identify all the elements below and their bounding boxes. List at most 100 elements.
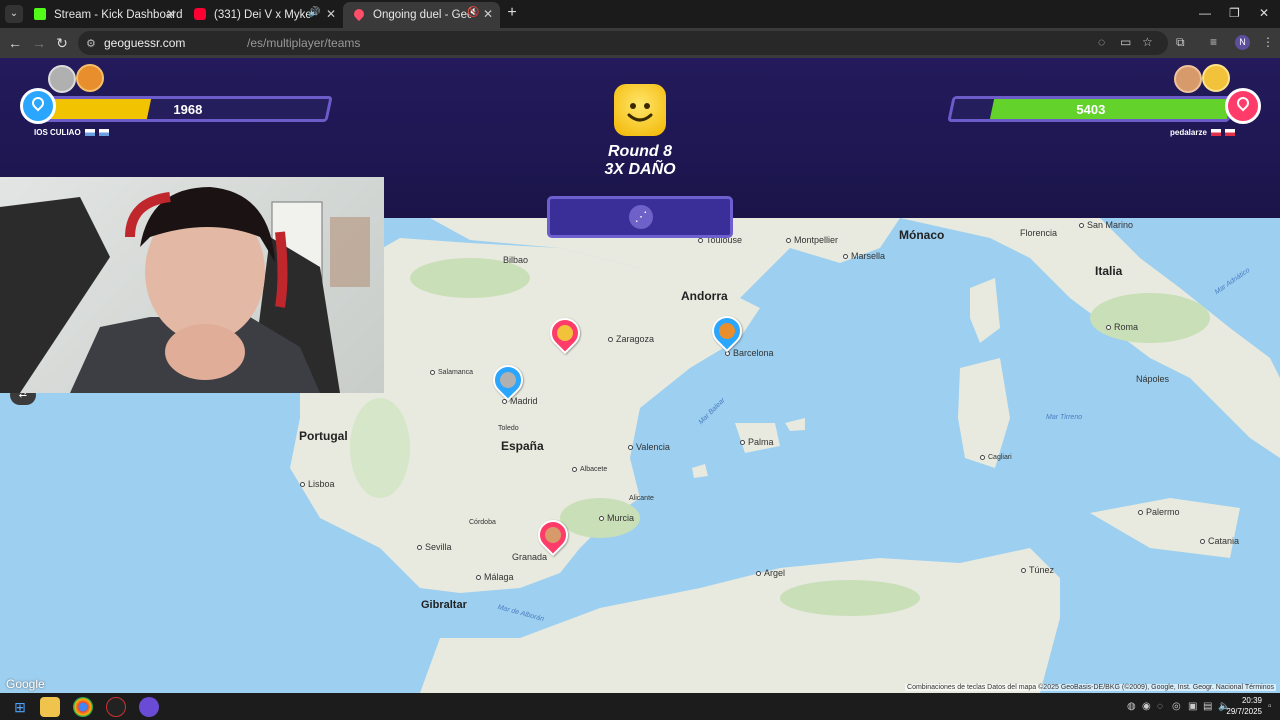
- city-label: Gibraltar: [421, 599, 467, 611]
- steam-icon[interactable]: ◎: [1172, 701, 1181, 712]
- country-label: Italia: [1095, 264, 1123, 278]
- map-attribution[interactable]: Combinaciones de teclas Datos del mapa ©…: [905, 684, 1276, 691]
- city-label: Marsella: [843, 251, 885, 261]
- city-label: Toledo: [498, 425, 519, 432]
- city-label: Murcia: [599, 513, 634, 523]
- right-team-health-bar: 5403: [947, 96, 1235, 122]
- browser-tab-bar: ⌄ Stream - Kick Dashboard ✕ (331) Dei V …: [0, 0, 1280, 28]
- reload-icon[interactable]: ↻: [53, 35, 71, 51]
- clock-date[interactable]: 29/7/2025: [1226, 707, 1262, 716]
- close-window-icon[interactable]: ✕: [1259, 6, 1269, 20]
- tab-title: (331) Dei V x Myke Towers: [214, 9, 310, 21]
- guess-panel[interactable]: ⋰: [547, 196, 733, 238]
- map-pins-icon: ⋰: [629, 205, 653, 229]
- left-team-health-value: 1968: [173, 102, 203, 117]
- left-team-name-text: IOS CULIAO: [34, 128, 81, 137]
- obs-icon[interactable]: [106, 697, 126, 717]
- left-team-pin-icon: [20, 88, 56, 124]
- city-label: Florencia: [1020, 228, 1058, 238]
- webcam-overlay: [0, 177, 384, 393]
- network-icon[interactable]: ▤: [1203, 701, 1212, 712]
- city-label: Granada: [512, 552, 548, 562]
- damage-multiplier-label: 3X DAÑO: [604, 161, 676, 178]
- profile-avatar[interactable]: N: [1235, 35, 1250, 50]
- city-label: Málaga: [476, 572, 514, 582]
- city-label: Valencia: [628, 442, 670, 452]
- eye-off-icon[interactable]: ◌: [1098, 35, 1105, 49]
- speaker-icon[interactable]: 🔊: [308, 7, 320, 18]
- city-label: Catania: [1200, 536, 1239, 546]
- city-label: Albacete: [572, 466, 607, 473]
- round-smiley-trophy-icon: [614, 84, 666, 136]
- city-label: Nápoles: [1136, 374, 1170, 384]
- forward-arrow-icon[interactable]: →: [30, 35, 48, 51]
- city-label: Barcelona: [725, 348, 774, 358]
- uruguay-flag-icon: [84, 129, 95, 137]
- cast-icon[interactable]: ▭: [1120, 35, 1131, 49]
- geoguessr-pin-icon: [351, 6, 367, 22]
- bookmark-star-icon[interactable]: ☆: [1142, 35, 1153, 49]
- google-logo: Google: [6, 677, 45, 691]
- kick-icon: [34, 8, 46, 20]
- extensions-icon[interactable]: ⧉: [1176, 35, 1185, 50]
- webcam-person-image: [0, 187, 370, 393]
- youtube-icon: [194, 8, 206, 20]
- tab-title: Ongoing duel - GeoGuessr: [373, 9, 471, 21]
- address-bar[interactable]: ⚙ geoguessr.com /es/multiplayer/teams: [78, 31, 1168, 55]
- site-info-icon[interactable]: ⚙: [86, 37, 96, 50]
- sea-label: Mar Tirreno: [1046, 414, 1083, 421]
- tab-geoguessr[interactable]: Ongoing duel - GeoGuessr 🔇 ✕: [343, 2, 500, 28]
- city-label: Cagliari: [980, 454, 1012, 461]
- close-tab-icon[interactable]: ✕: [483, 7, 493, 21]
- tray-icon[interactable]: ◍: [1127, 701, 1136, 712]
- menu-kebab-icon[interactable]: ⋮: [1262, 35, 1274, 49]
- notifications-icon[interactable]: ▫: [1268, 701, 1272, 712]
- left-team-name: IOS CULIAO: [34, 128, 110, 137]
- tray-icon[interactable]: ◉: [1142, 701, 1151, 712]
- restore-icon[interactable]: ❐: [1229, 6, 1240, 20]
- file-explorer-icon[interactable]: [40, 697, 60, 717]
- city-label: Roma: [1106, 322, 1138, 332]
- city-label: Córdoba: [469, 519, 496, 526]
- tab-search-button[interactable]: ⌄: [5, 5, 23, 23]
- uruguay-flag-icon: [99, 129, 110, 137]
- country-label: Andorra: [681, 289, 728, 303]
- clock-time[interactable]: 20:39: [1242, 696, 1262, 705]
- round-label: Round 8: [608, 143, 672, 160]
- right-team-health-value: 5403: [1076, 102, 1106, 117]
- chrome-icon[interactable]: [73, 697, 93, 717]
- url-host: geoguessr.com: [104, 36, 186, 50]
- country-label: España: [501, 439, 544, 453]
- player-avatar: [1202, 64, 1230, 92]
- city-label: Montpellier: [786, 235, 838, 245]
- muted-speaker-icon[interactable]: 🔇: [467, 7, 479, 18]
- tab-youtube[interactable]: (331) Dei V x Myke Towers 🔊 ✕: [184, 2, 344, 28]
- city-label: San Marino: [1079, 220, 1133, 230]
- minimize-icon[interactable]: —: [1199, 6, 1211, 20]
- new-tab-button[interactable]: +: [504, 4, 520, 22]
- tray-icon[interactable]: ▣: [1188, 701, 1197, 712]
- right-team-pin-icon: [1225, 88, 1261, 124]
- city-label: Alicante: [629, 495, 654, 502]
- back-arrow-icon[interactable]: ←: [6, 35, 24, 51]
- city-label: Túnez: [1021, 565, 1054, 575]
- poland-flag-icon: [1211, 129, 1222, 137]
- url-path: /es/multiplayer/teams: [247, 36, 361, 50]
- city-label: Zaragoza: [608, 334, 654, 344]
- close-tab-icon[interactable]: ✕: [166, 7, 176, 21]
- app-icon[interactable]: [139, 697, 159, 717]
- browser-toolbar: ← → ↻ ⚙ geoguessr.com /es/multiplayer/te…: [0, 28, 1280, 58]
- tray-icon[interactable]: ◌: [1157, 701, 1163, 712]
- player-avatar: [76, 64, 104, 92]
- close-tab-icon[interactable]: ✕: [326, 7, 336, 21]
- windows-taskbar: ⊞ ◍ ◉ ◌ ◎ ▣ ▤ 🔈 20:39 29/7/2025 ▫: [0, 693, 1280, 720]
- city-label: Palma: [740, 437, 774, 447]
- media-controls-icon[interactable]: ≡: [1210, 35, 1217, 49]
- city-label: Lisboa: [300, 479, 335, 489]
- windows-start-icon[interactable]: ⊞: [10, 697, 30, 717]
- tab-kick-dashboard[interactable]: Stream - Kick Dashboard ✕: [24, 2, 184, 28]
- right-team-name: pedalarze: [1170, 128, 1236, 137]
- city-label: Palermo: [1138, 507, 1180, 517]
- country-label: Portugal: [299, 429, 348, 443]
- city-label: Salamanca: [430, 369, 473, 376]
